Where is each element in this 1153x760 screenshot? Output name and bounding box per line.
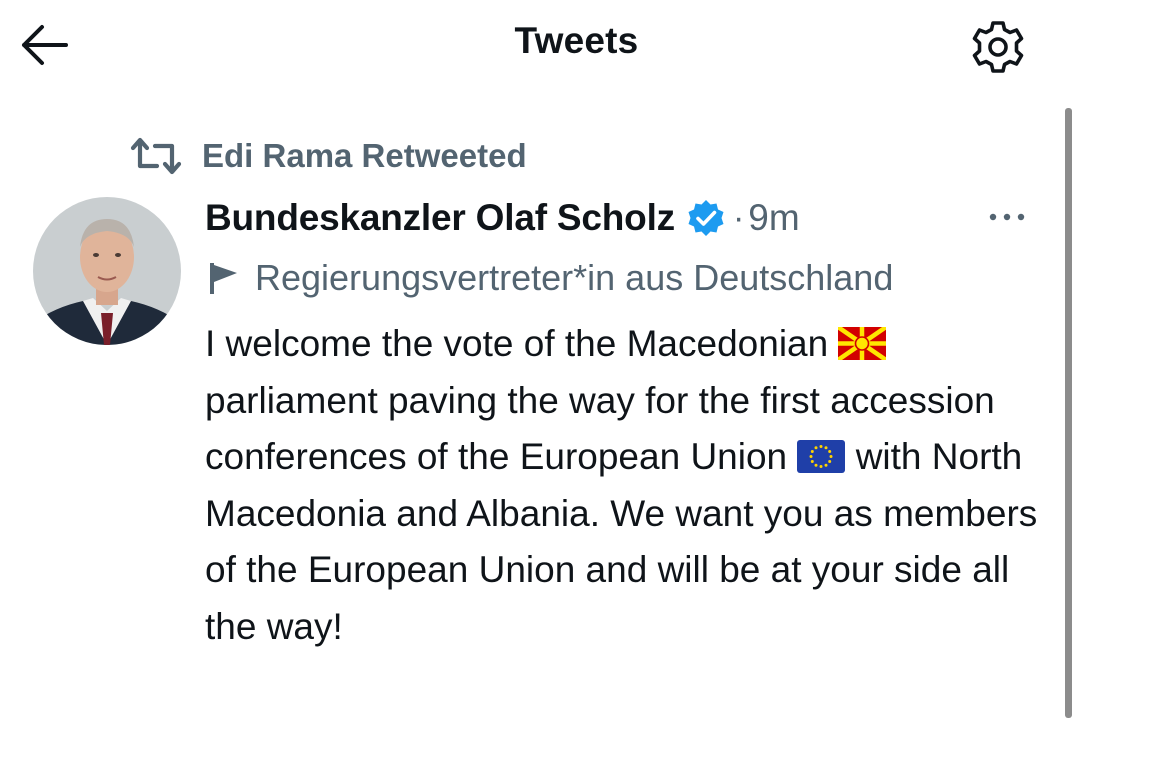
affiliation-label[interactable]: Regierungsvertreter*in aus Deutschland [207,252,893,304]
more-options-button[interactable] [986,208,1028,226]
scrollbar[interactable] [1065,108,1072,718]
retweet-context[interactable]: Edi Rama Retweeted [130,134,527,178]
verified-badge-icon [688,200,724,236]
tweet-text: I welcome the vote of the Macedonian par… [205,316,1045,655]
retweet-label: Edi Rama Retweeted [202,137,527,174]
author-name[interactable]: Bundeskanzler Olaf Scholz [205,197,675,239]
tweet-time[interactable]: 9m [748,197,799,239]
flag-icon [210,263,237,294]
page: Tweets Edi Rama Retweeted Bundeskanzler … [0,0,1153,760]
retweet-icon [130,137,182,175]
gear-icon [972,21,1024,73]
more-horizontal-icon [989,213,1025,221]
eu-flag-icon [797,440,846,473]
top-bar: Tweets [0,0,1153,95]
separator-dot: · [732,198,745,237]
tweet-text-part1: I welcome the vote of the Macedonian [205,323,829,364]
affiliation-text: Regierungsvertreter*in aus Deutschland [255,257,894,298]
tweet-header: Bundeskanzler Olaf Scholz · 9m [205,192,800,244]
avatar[interactable] [33,197,181,345]
settings-button[interactable] [968,18,1028,76]
avatar-photo [33,197,181,345]
north-macedonia-flag-icon [838,327,887,360]
